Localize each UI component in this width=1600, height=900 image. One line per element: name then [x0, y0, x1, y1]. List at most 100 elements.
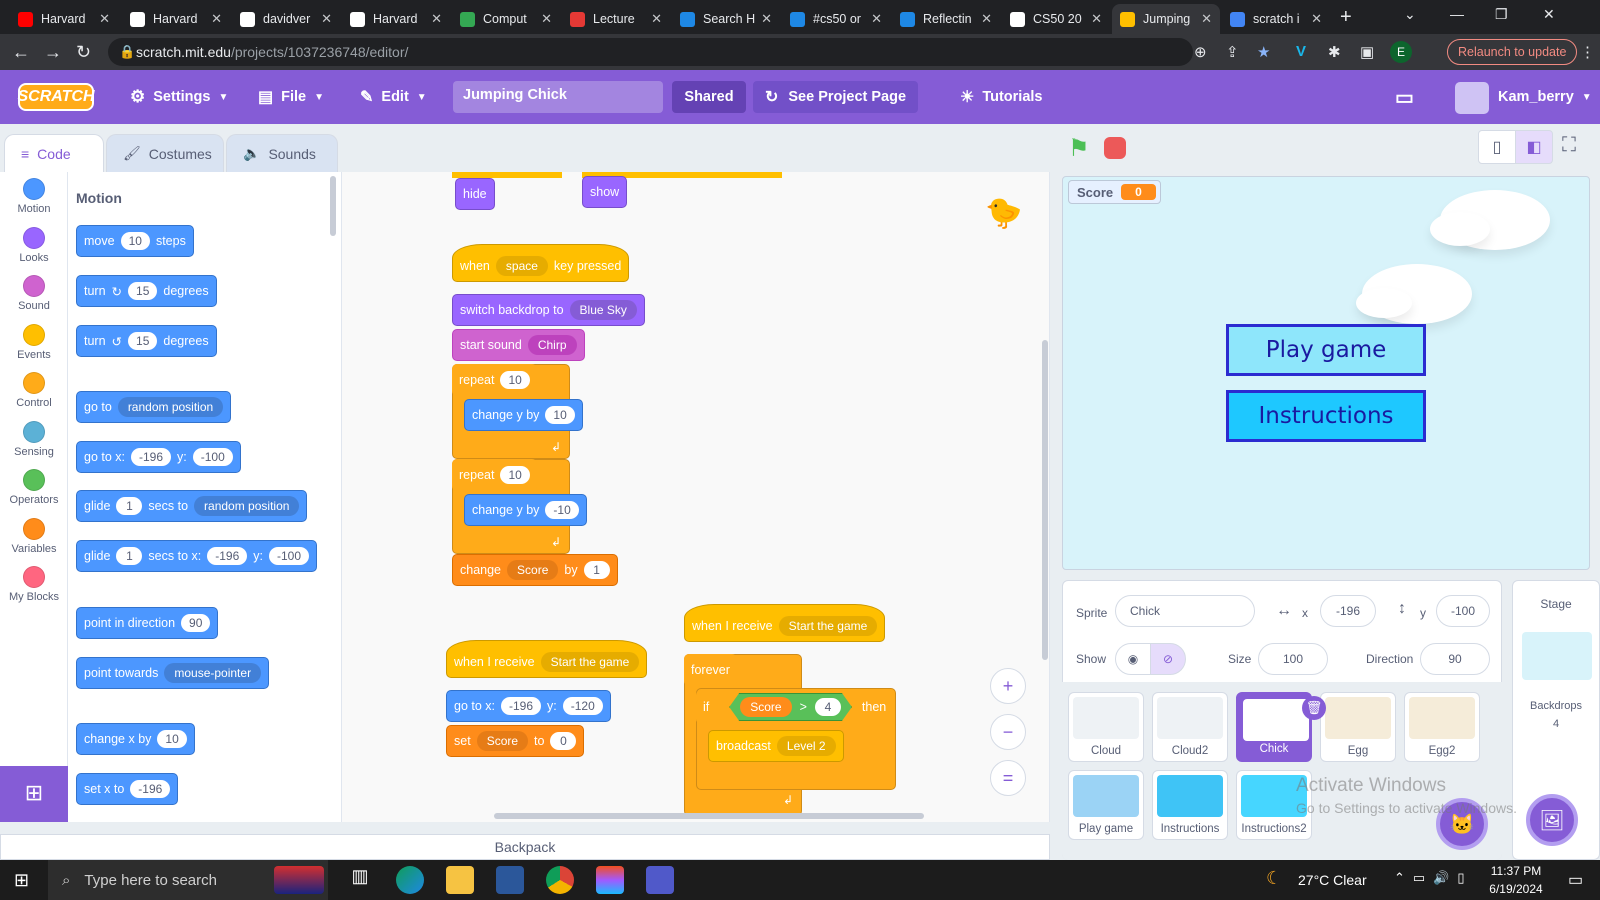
- play-game-sprite[interactable]: Play game: [1226, 324, 1426, 376]
- browser-tab[interactable]: Jumping ✕: [1112, 4, 1220, 34]
- system-tray-icons[interactable]: ⌃▭🔊▯: [1394, 870, 1473, 886]
- tab-search-icon[interactable]: ⌄: [1404, 6, 1416, 23]
- hide-block[interactable]: hide: [455, 178, 495, 210]
- close-window-icon[interactable]: ✕: [1543, 6, 1555, 23]
- x-input[interactable]: -196: [207, 547, 248, 565]
- point-in-direction-block[interactable]: point in direction 90: [76, 607, 219, 639]
- task-view-icon[interactable]: ▥: [346, 866, 374, 894]
- tab-close-icon[interactable]: ✕: [99, 11, 110, 27]
- turn-right-block[interactable]: turn ↻ 15 degrees: [76, 275, 217, 307]
- go-to-block[interactable]: go to random position: [76, 391, 232, 423]
- compare-input[interactable]: 4: [815, 698, 841, 716]
- when-i-receive-hat[interactable]: when I receive Start the game: [446, 640, 648, 678]
- set-x-block[interactable]: set x to -196: [76, 773, 179, 805]
- variable-dropdown[interactable]: Score: [507, 560, 559, 580]
- value-input[interactable]: 0: [550, 732, 577, 750]
- steps-input[interactable]: 10: [120, 232, 150, 250]
- reload-icon[interactable]: ↻: [76, 42, 91, 63]
- browser-tab[interactable]: Comput ✕: [452, 4, 560, 34]
- side-panel-icon[interactable]: ▣: [1360, 43, 1374, 61]
- target-dropdown[interactable]: mouse-pointer: [164, 663, 262, 683]
- when-key-pressed-hat[interactable]: when space key pressed: [452, 244, 630, 282]
- chrome-icon[interactable]: [546, 866, 574, 894]
- change-x-block[interactable]: change x by 10: [76, 723, 195, 755]
- target-dropdown[interactable]: random position: [117, 397, 224, 417]
- sprite-thumbnail[interactable]: Egg2: [1404, 692, 1480, 762]
- size-input[interactable]: 100: [1258, 643, 1328, 675]
- category-variables[interactable]: Variables: [0, 517, 68, 555]
- search-highlight-icon[interactable]: [274, 866, 324, 894]
- count-input[interactable]: 10: [500, 466, 530, 484]
- tab-sounds[interactable]: 🔈 Sounds: [226, 134, 338, 172]
- sprite-thumbnail[interactable]: Egg: [1320, 692, 1396, 762]
- point-towards-block[interactable]: point towards mouse-pointer: [76, 657, 270, 689]
- settings-menu[interactable]: ⚙ Settings ▼: [130, 70, 228, 124]
- go-to-xy-block[interactable]: go to x: -196 y: -120: [446, 690, 611, 722]
- sprite-thumbnail[interactable]: Chick: [1236, 692, 1312, 762]
- weather-text[interactable]: 27°C Clear: [1298, 872, 1367, 888]
- category-looks[interactable]: Looks: [0, 226, 68, 264]
- tab-close-icon[interactable]: ✕: [651, 11, 662, 27]
- browser-tab[interactable]: Search H ✕: [672, 4, 780, 34]
- browser-tab[interactable]: CS50 20 ✕: [1002, 4, 1110, 34]
- x-input[interactable]: -196: [501, 697, 542, 715]
- browser-tab[interactable]: #cs50 or ✕: [782, 4, 890, 34]
- sprite-name-input[interactable]: Chick: [1115, 595, 1255, 627]
- start-sound-block[interactable]: start sound Chirp: [452, 329, 585, 361]
- show-eye-icon[interactable]: ◉: [1115, 643, 1151, 675]
- shared-button[interactable]: Shared: [672, 81, 746, 113]
- glide-xy-block[interactable]: glide 1 secs to x: -196 y: -100: [76, 540, 318, 572]
- category-motion[interactable]: Motion: [0, 178, 68, 215]
- workspace-vertical-scrollbar[interactable]: [1042, 340, 1048, 660]
- tab-close-icon[interactable]: ✕: [981, 11, 992, 27]
- tab-close-icon[interactable]: ✕: [321, 11, 332, 27]
- y-input[interactable]: -100: [192, 448, 233, 466]
- browser-tab[interactable]: davidver ✕: [232, 4, 340, 34]
- browser-tab[interactable]: Lecture ✕: [562, 4, 670, 34]
- category-events[interactable]: Events: [0, 323, 68, 361]
- repeat-block[interactable]: repeat 10: [452, 459, 537, 491]
- tab-close-icon[interactable]: ✕: [761, 11, 772, 27]
- tab-close-icon[interactable]: ✕: [1091, 11, 1102, 27]
- minimize-icon[interactable]: —: [1450, 6, 1464, 22]
- account-menu[interactable]: Kam_berry ▼: [1498, 70, 1592, 124]
- tab-close-icon[interactable]: ✕: [211, 11, 222, 27]
- set-variable-block[interactable]: set Score to 0: [446, 725, 585, 757]
- score-reporter[interactable]: Score: [740, 697, 791, 717]
- tab-code[interactable]: ≡ Code: [4, 134, 104, 172]
- turn-left-block[interactable]: turn ↺ 15 degrees: [76, 325, 217, 357]
- count-input[interactable]: 10: [500, 371, 530, 389]
- category-operators[interactable]: Operators: [0, 469, 68, 506]
- show-block[interactable]: show: [582, 176, 628, 208]
- palette-scrollbar[interactable]: [330, 176, 336, 236]
- browser-tab[interactable]: scratch i ✕: [1222, 4, 1330, 34]
- message-dropdown[interactable]: Start the game: [778, 616, 878, 636]
- project-title-input[interactable]: Jumping Chick: [453, 81, 663, 113]
- tab-close-icon[interactable]: ✕: [871, 11, 882, 27]
- key-dropdown[interactable]: space: [495, 256, 548, 276]
- my-stuff-folder-icon[interactable]: ▭: [1395, 70, 1414, 124]
- backdrop-dropdown[interactable]: Blue Sky: [569, 300, 637, 320]
- browser-tab[interactable]: Harvard ✕: [122, 4, 230, 34]
- file-explorer-icon[interactable]: [446, 866, 474, 894]
- degrees-input[interactable]: 15: [128, 282, 158, 300]
- amount-input[interactable]: 1: [583, 561, 610, 579]
- secs-input[interactable]: 1: [116, 497, 143, 515]
- category-sensing[interactable]: Sensing: [0, 420, 68, 458]
- sprite-y-input[interactable]: -100: [1436, 595, 1490, 627]
- if-then-block[interactable]: if Score >4 then: [696, 690, 894, 724]
- tab-close-icon[interactable]: ✕: [431, 11, 442, 27]
- file-menu[interactable]: ▤ File ▼: [258, 70, 324, 124]
- clock-time[interactable]: 11:37 PM: [1486, 864, 1546, 878]
- y-input[interactable]: -10: [545, 501, 579, 519]
- browser-menu-icon[interactable]: ⋮: [1580, 43, 1595, 61]
- zoom-out-icon[interactable]: −: [990, 714, 1026, 750]
- teams-icon[interactable]: [646, 866, 674, 894]
- message-dropdown[interactable]: Start the game: [540, 652, 640, 672]
- sprite-thumbnail[interactable]: Play game: [1068, 770, 1144, 840]
- zoom-in-icon[interactable]: +: [990, 668, 1026, 704]
- repeat-block[interactable]: repeat 10: [452, 364, 537, 396]
- profile-avatar[interactable]: E: [1390, 41, 1412, 63]
- browser-tab[interactable]: Harvard ✕: [10, 4, 118, 34]
- change-variable-block[interactable]: change Score by 1: [452, 554, 618, 586]
